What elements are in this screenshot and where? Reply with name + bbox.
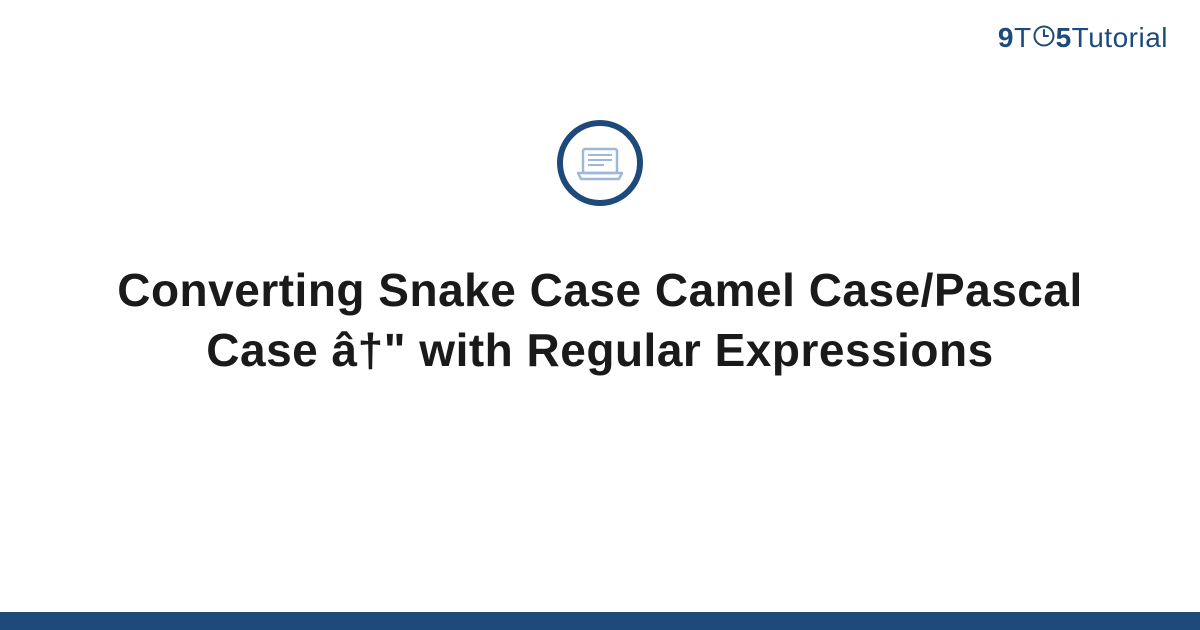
footer-accent-bar [0, 612, 1200, 630]
page-title: Converting Snake Case Camel Case/Pascal … [0, 261, 1200, 381]
logo-tutorial: Tutorial [1072, 22, 1168, 53]
main-content: Converting Snake Case Camel Case/Pascal … [0, 120, 1200, 381]
logo-five: 5 [1056, 22, 1072, 53]
laptop-badge-icon [557, 120, 643, 211]
logo-t: T [1014, 22, 1032, 53]
logo-nine: 9 [998, 22, 1014, 53]
brand-logo: 9T5Tutorial [998, 22, 1168, 56]
clock-icon [1033, 22, 1055, 54]
